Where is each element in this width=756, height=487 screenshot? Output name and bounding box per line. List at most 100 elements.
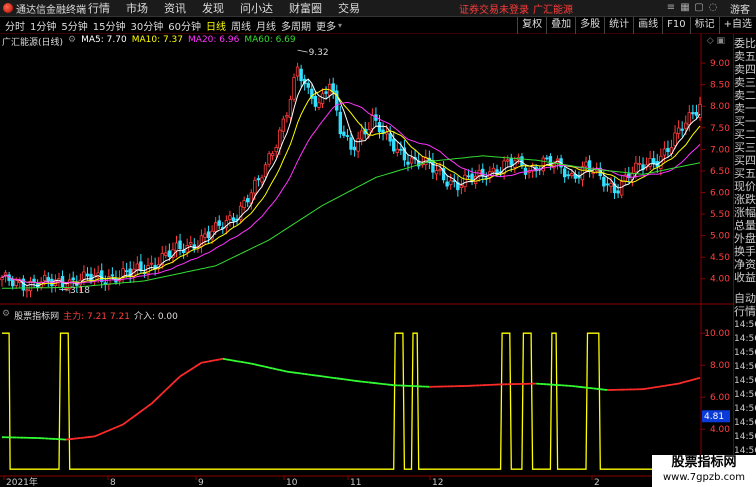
main-force-segment — [104, 429, 110, 433]
candle-body — [370, 115, 375, 129]
menu-item-news[interactable]: 资讯 — [164, 0, 186, 16]
lock-icon[interactable]: ▢ — [692, 1, 706, 15]
period-tab-more[interactable]: 更多 — [316, 18, 336, 33]
period-tab-timeshare[interactable]: 分时 — [5, 18, 25, 33]
candle-body — [684, 122, 688, 129]
quote-field-label: 卖二 — [734, 89, 756, 102]
tool-f10-button[interactable]: F10 — [662, 17, 689, 34]
app-logo-icon — [3, 3, 13, 13]
period-tab-daily[interactable]: 日线 — [206, 18, 226, 33]
main-force-segment — [279, 369, 284, 372]
ma60-line — [2, 155, 701, 289]
candle-body — [181, 250, 186, 254]
main-force-segment — [646, 387, 651, 390]
broker-link[interactable]: 广汇能源 — [533, 1, 573, 16]
price-tick-label: 8.50 — [710, 81, 730, 91]
menu-item-discover[interactable]: 发现 — [202, 0, 224, 16]
candle-body — [288, 98, 293, 118]
chevron-down-icon[interactable]: ▾ — [338, 21, 342, 30]
quote-field-label: 换手 — [734, 245, 756, 258]
main-force-segment — [689, 378, 694, 382]
main-force-segment — [254, 363, 259, 367]
main-force-segment — [222, 357, 227, 361]
watermark-title: 股票指标网 — [671, 455, 737, 470]
candle-body — [278, 129, 282, 149]
candle-body — [295, 66, 300, 77]
panel-controls: ◇ ▣ — [707, 36, 725, 46]
tick-list: 自动行情 14:56 14:56 14:56 14:56 14:56 14:56 14:56 1… — [734, 292, 756, 458]
main-force-segment — [657, 385, 661, 388]
user-icon[interactable]: ◌ — [706, 1, 720, 15]
chart-title: 广汇能源(日线) — [2, 38, 64, 48]
candle-body — [609, 183, 613, 187]
main-force-segment — [129, 415, 135, 420]
main-force-segment — [201, 361, 206, 364]
candle-body — [14, 280, 18, 286]
settings-icon[interactable]: ⚙ — [68, 35, 76, 48]
candle-body — [164, 252, 168, 256]
tool-watchlist-button[interactable]: +自选 — [718, 17, 756, 34]
tool-stats-button[interactable]: 统计 — [604, 17, 633, 34]
candle-body — [25, 289, 29, 292]
period-tab-1min[interactable]: 1分钟 — [30, 18, 56, 33]
chart-panel[interactable]: 广汇能源(日线) ⚙ MA5: 7.70 MA10: 7.37 MA20: 6.… — [0, 34, 733, 487]
grid-icon[interactable]: ▦ — [678, 1, 692, 15]
login-status-link[interactable]: 证券交易未登录 — [459, 1, 529, 16]
main-force-segment — [211, 359, 216, 362]
time-tick-label: 10 — [286, 478, 298, 487]
main-force-segment — [172, 379, 178, 384]
kline-chart[interactable]: 4.00 4.50 5.00 5.50 6.00 6.50 7.00 7.50 8.00 8.50… — [0, 34, 733, 487]
toolbar-menu-icon[interactable]: ≡ — [664, 1, 678, 15]
candle-body — [481, 168, 485, 177]
candle-body — [356, 138, 360, 152]
main-force-segment — [685, 379, 690, 383]
main-force-segment — [126, 418, 131, 423]
tool-overlay-button[interactable]: 叠加 — [546, 17, 575, 34]
candle-body — [616, 190, 620, 194]
tick-time: 14:56 — [734, 432, 756, 442]
menu-item-market[interactable]: 市场 — [126, 0, 148, 16]
close-panel-icon[interactable]: ▣ — [716, 36, 725, 46]
tool-adjust-button[interactable]: 复权 — [517, 17, 546, 34]
period-tab-5min[interactable]: 5分钟 — [61, 18, 87, 33]
collapse-icon[interactable]: ◇ — [707, 36, 714, 46]
main-force-segment — [664, 384, 669, 387]
menu-item-trade[interactable]: 交易 — [338, 0, 360, 16]
chart-tools: 复权 叠加 多股 统计 画线 F10 标记 +自选 — [517, 17, 756, 34]
period-tab-15min[interactable]: 15分钟 — [93, 18, 126, 33]
price-tick-label: 5.00 — [710, 232, 730, 242]
main-force-segment — [244, 361, 248, 364]
candle-body — [523, 167, 528, 175]
period-tab-60min[interactable]: 60分钟 — [168, 18, 201, 33]
period-tab-monthly[interactable]: 月线 — [256, 18, 276, 33]
high-price-label: 9.32 — [309, 48, 329, 58]
main-force-segment — [692, 377, 697, 381]
guest-label[interactable]: 游客 — [730, 1, 750, 16]
quote-field-label: 净资 — [734, 258, 756, 271]
candle-body — [317, 102, 321, 108]
menu-item-wealth[interactable]: 财富圈 — [289, 0, 322, 16]
main-force-segment — [272, 367, 277, 371]
main-force-segment — [108, 428, 113, 432]
ma-legend: 广汇能源(日线) ⚙ MA5: 7.70 MA10: 7.37 MA20: 6.… — [2, 35, 301, 48]
menu-item-quotes[interactable]: 行情 — [88, 0, 110, 16]
quote-field-label: 现价 — [734, 180, 756, 193]
main-force-segment — [133, 413, 138, 418]
tool-multi-stock-button[interactable]: 多股 — [575, 17, 604, 34]
indicator-settings-icon[interactable]: ⚙ — [2, 309, 10, 322]
candle-body — [445, 181, 449, 187]
period-tab-multi[interactable]: 多周期 — [281, 18, 311, 33]
quote-field-label: 涨幅 — [734, 206, 756, 219]
period-tab-weekly[interactable]: 周线 — [231, 18, 251, 33]
main-force-segment — [154, 396, 160, 401]
candle-body — [43, 274, 47, 282]
quote-field-label: 总量 — [734, 219, 756, 232]
main-force-segment — [115, 425, 120, 429]
period-tab-30min[interactable]: 30分钟 — [130, 18, 163, 33]
main-force-segment — [650, 386, 654, 389]
menu-item-ask[interactable]: 问小达 — [240, 0, 273, 16]
candle-body — [637, 162, 642, 165]
tool-mark-button[interactable]: 标记 — [689, 17, 719, 34]
quote-field-label: 买五 — [734, 167, 756, 180]
tool-draw-button[interactable]: 画线 — [633, 17, 662, 34]
